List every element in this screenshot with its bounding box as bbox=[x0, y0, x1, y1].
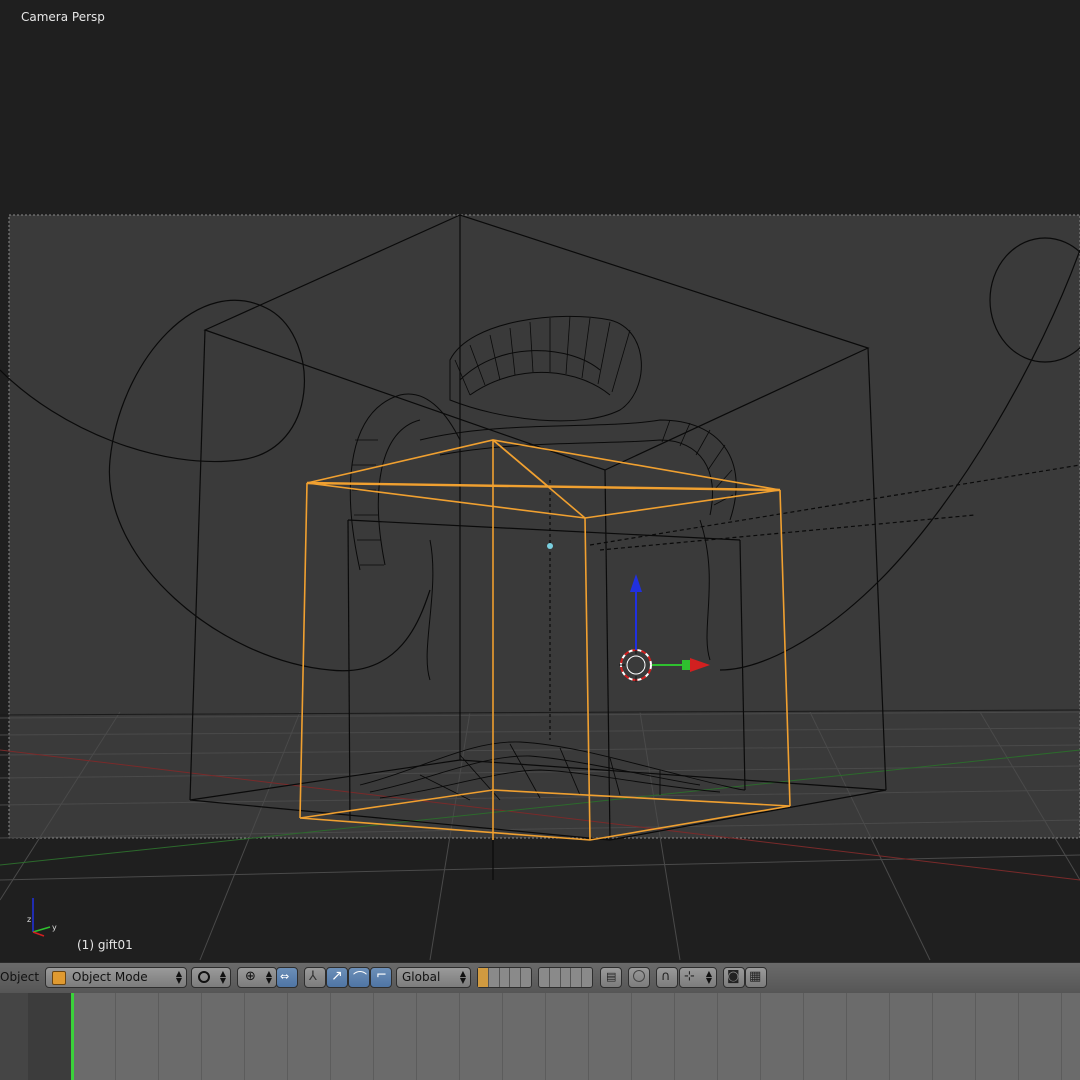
frame-gridline bbox=[1061, 993, 1062, 1080]
manipulator-icon: ⇔ bbox=[280, 970, 290, 983]
snap-to-mesh-button[interactable]: ⇔ bbox=[276, 967, 298, 988]
frame-gridline bbox=[459, 993, 460, 1080]
translate-icon: ↗ bbox=[331, 968, 343, 984]
chevron-updown-icon: ▲ ▼ bbox=[705, 969, 712, 985]
orientation-select-label: Global bbox=[402, 970, 441, 984]
snap-icon: ⊹ bbox=[684, 969, 695, 984]
frame-gridline bbox=[1018, 993, 1019, 1080]
mode-select-label: Object Mode bbox=[72, 970, 148, 984]
scale-button[interactable]: ⌐ bbox=[370, 967, 392, 988]
frame-gridline bbox=[201, 993, 202, 1080]
timeline[interactable] bbox=[0, 993, 1080, 1080]
orientation-select[interactable]: Global ▲ ▼ bbox=[396, 967, 471, 988]
layers-icon bbox=[478, 968, 489, 987]
snap-element-select[interactable]: ⊹ ▲ ▼ bbox=[679, 967, 717, 988]
rotate-button[interactable]: ⌒ bbox=[348, 967, 370, 988]
scale-icon: ⌐ bbox=[376, 968, 387, 983]
axis-gizmo: y z bbox=[27, 898, 57, 937]
pivot-icon: ⊕ bbox=[245, 969, 256, 984]
frame-gridline bbox=[975, 993, 976, 1080]
manipulator-icon: ⅄ bbox=[309, 969, 317, 984]
frame-gridline bbox=[115, 993, 116, 1080]
rotate-icon: ⌒ bbox=[353, 971, 367, 987]
proportional-edit-icon bbox=[633, 970, 645, 982]
scene-canvas[interactable]: y z bbox=[0, 0, 1080, 962]
object-origin-dot bbox=[547, 543, 553, 549]
render-animation-button[interactable]: ▦ bbox=[745, 967, 767, 988]
translate-button[interactable]: ↗ bbox=[326, 967, 348, 988]
frame-gridline bbox=[287, 993, 288, 1080]
layers-grid-2[interactable] bbox=[538, 967, 593, 988]
magnet-icon: ∩ bbox=[661, 969, 671, 984]
frame-gridline bbox=[588, 993, 589, 1080]
render-icon: ◙ bbox=[727, 969, 740, 984]
render-still-button[interactable]: ◙ bbox=[723, 967, 745, 988]
layers-grid-1[interactable] bbox=[477, 967, 532, 988]
manipulator-toggle-button[interactable]: ⅄ bbox=[304, 967, 326, 988]
viewport-header: Object Object Mode ▲ ▼ ▲ ▼ ⊕ ▲ ▼ ⇔ ⅄ ↗ ⌒ ⌐ … bbox=[0, 962, 1080, 994]
snap-toggle-button[interactable]: ∩ bbox=[656, 967, 678, 988]
frame-gridline bbox=[631, 993, 632, 1080]
3d-viewport[interactable]: y z Camera Persp (1) gift01 bbox=[0, 0, 1080, 962]
lock-layers-button[interactable]: ▤ bbox=[600, 967, 622, 988]
proportional-edit-button[interactable] bbox=[628, 967, 650, 988]
frame-gridline bbox=[158, 993, 159, 1080]
frame-gridline bbox=[545, 993, 546, 1080]
lock-icon: ▤ bbox=[606, 970, 617, 983]
mode-select[interactable]: Object Mode ▲ ▼ bbox=[45, 967, 187, 988]
frame-gridline bbox=[674, 993, 675, 1080]
viewport-shading-select[interactable]: ▲ ▼ bbox=[191, 967, 231, 988]
object-cube-icon bbox=[52, 971, 66, 985]
frame-gridline bbox=[373, 993, 374, 1080]
chevron-updown-icon: ▲ ▼ bbox=[219, 969, 226, 985]
frame-gridline bbox=[889, 993, 890, 1080]
pivot-select[interactable]: ⊕ ▲ ▼ bbox=[237, 967, 277, 988]
svg-text:z: z bbox=[27, 915, 31, 924]
frame-gridline bbox=[244, 993, 245, 1080]
svg-text:y: y bbox=[52, 923, 57, 932]
frame-gridline bbox=[502, 993, 503, 1080]
frame-gridline bbox=[846, 993, 847, 1080]
viewport-shading-icon bbox=[198, 971, 210, 983]
chevron-updown-icon: ▲ ▼ bbox=[175, 969, 182, 985]
current-frame-cursor[interactable] bbox=[71, 993, 74, 1080]
object-menu[interactable]: Object bbox=[0, 970, 39, 984]
timeline-preroll-region bbox=[28, 993, 72, 1080]
frame-gridline bbox=[330, 993, 331, 1080]
frame-gridline bbox=[760, 993, 761, 1080]
frame-gridline bbox=[932, 993, 933, 1080]
frame-gridline bbox=[717, 993, 718, 1080]
frame-gridline bbox=[803, 993, 804, 1080]
active-object-label: (1) gift01 bbox=[77, 938, 133, 952]
chevron-updown-icon: ▲ ▼ bbox=[459, 969, 466, 985]
frame-gridline bbox=[416, 993, 417, 1080]
render-animation-icon: ▦ bbox=[749, 969, 762, 984]
chevron-updown-icon: ▲ ▼ bbox=[265, 969, 272, 985]
viewport-label: Camera Persp bbox=[21, 10, 105, 24]
